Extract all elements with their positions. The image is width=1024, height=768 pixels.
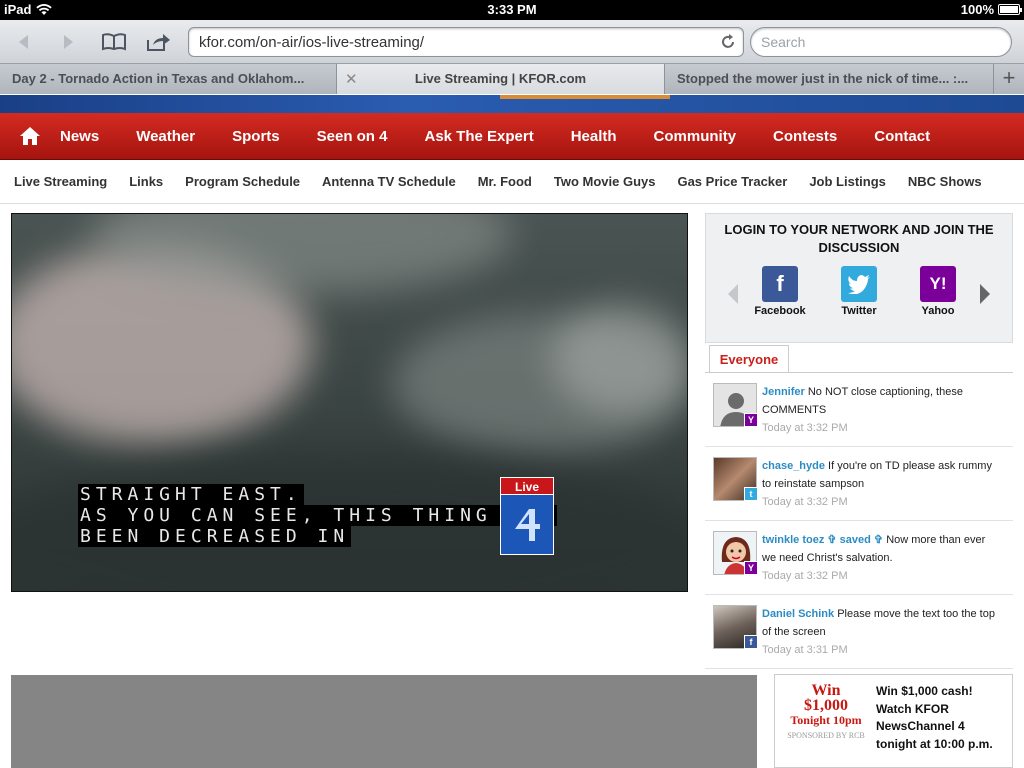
home-button[interactable] (0, 126, 60, 146)
channel-logo-icon (515, 508, 540, 541)
caption-line: BEEN DECREASED IN (78, 526, 352, 547)
back-arrow-icon (19, 35, 28, 49)
tab-title: Live Streaming | KFOR.com (414, 71, 587, 86)
nav-sports[interactable]: Sports (232, 128, 280, 145)
yahoo-badge-icon: Y (744, 561, 758, 575)
subnav-nbc-shows[interactable]: NBC Shows (908, 174, 982, 189)
home-icon (20, 127, 40, 145)
live-bug: Live (500, 477, 554, 557)
twitter-login[interactable]: Twitter (829, 266, 889, 317)
subnav-program-schedule[interactable]: Program Schedule (185, 174, 300, 189)
comment-time: Today at 3:32 PM (762, 422, 848, 434)
tab-title: Stopped the mower just in the nick of ti… (677, 71, 969, 86)
nav-weather[interactable]: Weather (136, 128, 195, 145)
close-tab-icon[interactable]: ✕ (345, 70, 358, 88)
twitter-icon (841, 266, 877, 302)
promo-image: Win $1,000 Tonight 10pm SPONSORED BY RCB (781, 683, 871, 765)
nav-ask-the-expert[interactable]: Ask The Expert (424, 128, 533, 145)
facebook-icon: f (762, 266, 798, 302)
comment-user[interactable]: chase_hyde (762, 460, 825, 472)
facebook-login[interactable]: f Facebook (750, 266, 810, 317)
share-icon (147, 34, 170, 51)
video-cloud (552, 304, 687, 414)
comment-item: Y twinkle toez ✞ saved ✞ Now more than e… (705, 521, 1013, 595)
nav-community[interactable]: Community (654, 128, 737, 145)
tab-live-streaming[interactable]: ✕ Live Streaming | KFOR.com (337, 64, 665, 94)
browser-toolbar: kfor.com/on-air/ios-live-streaming/ Sear… (0, 20, 1024, 64)
login-panel: LOGIN TO YOUR NETWORK AND JOIN THE DISCU… (705, 213, 1013, 343)
login-heading: LOGIN TO YOUR NETWORK AND JOIN THE DISCU… (724, 222, 994, 255)
battery-icon (998, 4, 1022, 15)
comment-item: f Daniel Schink Please move the text too… (705, 595, 1013, 669)
yahoo-icon: Y! (920, 266, 956, 302)
comment-item: t chase_hyde If you're on TD please ask … (705, 447, 1013, 521)
subnav-mr-food[interactable]: Mr. Food (478, 174, 532, 189)
caption-line: STRAIGHT EAST. (78, 484, 304, 505)
search-placeholder: Search (761, 34, 806, 50)
caption-line: AS YOU CAN SEE, THIS THING HAS (78, 505, 558, 526)
promo-image-time: Tonight 10pm (790, 713, 862, 727)
carousel-prev-icon[interactable] (728, 284, 738, 304)
comment-time: Today at 3:31 PM (762, 644, 848, 656)
tab-tornado-action[interactable]: Day 2 - Tornado Action in Texas and Okla… (0, 64, 337, 94)
network-label: Facebook (754, 305, 806, 317)
subnav-live-streaming[interactable]: Live Streaming (14, 174, 107, 189)
status-bar: iPad 3:33 PM 100% (0, 0, 1024, 20)
live-label: Live (500, 477, 554, 495)
tab-stopped-mower[interactable]: Stopped the mower just in the nick of ti… (665, 64, 994, 94)
live-video-player[interactable]: STRAIGHT EAST. AS YOU CAN SEE, THIS THIN… (11, 213, 688, 592)
promo-box[interactable]: Win $1,000 Tonight 10pm SPONSORED BY RCB… (774, 674, 1013, 768)
network-label: Yahoo (921, 305, 955, 317)
battery-percent: 100% (960, 2, 994, 17)
comment-user[interactable]: Jennifer (762, 386, 805, 398)
site-banner (0, 95, 1024, 113)
forward-arrow-icon (64, 35, 73, 49)
back-button[interactable] (12, 30, 36, 54)
forward-button[interactable] (56, 30, 80, 54)
sub-nav: Live Streaming Links Program Schedule An… (0, 160, 1024, 204)
closed-caption: STRAIGHT EAST. AS YOU CAN SEE, THIS THIN… (78, 484, 558, 547)
carousel-next-icon[interactable] (980, 284, 990, 304)
subnav-job-listings[interactable]: Job Listings (809, 174, 886, 189)
promo-image-sponsor: SPONSORED BY RCB (787, 731, 865, 740)
promo-text: Win $1,000 cash! Watch KFOR NewsChannel … (876, 684, 993, 751)
tab-bar: Day 2 - Tornado Action in Texas and Okla… (0, 64, 1024, 94)
bookmarks-button[interactable] (100, 30, 128, 54)
facebook-badge-icon: f (744, 635, 758, 649)
subnav-two-movie-guys[interactable]: Two Movie Guys (554, 174, 656, 189)
subnav-gas-price-tracker[interactable]: Gas Price Tracker (677, 174, 787, 189)
clock: 3:33 PM (487, 2, 537, 17)
subnav-antenna-tv-schedule[interactable]: Antenna TV Schedule (322, 174, 456, 189)
network-label: Twitter (841, 305, 877, 317)
yahoo-login[interactable]: Y! Yahoo (908, 266, 968, 317)
yahoo-badge-icon: Y (744, 413, 758, 427)
nav-contact[interactable]: Contact (874, 128, 930, 145)
channel-4-logo (500, 495, 554, 555)
comment-time: Today at 3:32 PM (762, 496, 848, 508)
url-field[interactable]: kfor.com/on-air/ios-live-streaming/ (188, 27, 744, 57)
reload-icon[interactable] (719, 33, 737, 51)
nav-contests[interactable]: Contests (773, 128, 837, 145)
book-icon (102, 33, 126, 51)
tab-title: Day 2 - Tornado Action in Texas and Okla… (12, 71, 305, 86)
comment-item: Y Jennifer No NOT close captioning, thes… (705, 373, 1013, 447)
twitter-badge-icon: t (744, 487, 758, 501)
comment-user[interactable]: Daniel Schink (762, 608, 834, 620)
new-tab-button[interactable]: + (994, 64, 1024, 94)
nav-seen-on-4[interactable]: Seen on 4 (317, 128, 388, 145)
main-nav: News Weather Sports Seen on 4 Ask The Ex… (0, 113, 1024, 160)
subnav-links[interactable]: Links (129, 174, 163, 189)
promo-image-amount: $1,000 (804, 697, 848, 714)
comment-user[interactable]: twinkle toez ✞ saved ✞ (762, 534, 883, 546)
comment-time: Today at 3:32 PM (762, 570, 848, 582)
tab-everyone[interactable]: Everyone (709, 345, 789, 373)
nav-health[interactable]: Health (571, 128, 617, 145)
url-text: kfor.com/on-air/ios-live-streaming/ (199, 34, 425, 51)
share-button[interactable] (144, 30, 172, 54)
search-field[interactable]: Search (750, 27, 1012, 57)
promo-image-win: Win (811, 682, 841, 699)
nav-news[interactable]: News (60, 128, 99, 145)
ad-placeholder (11, 675, 757, 768)
